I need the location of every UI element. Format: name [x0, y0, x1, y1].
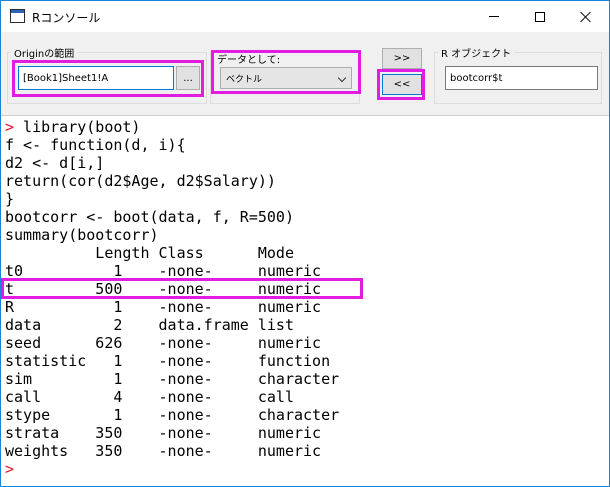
- r-console-window: Rコンソール Originの範囲 ... データとして: ベクトル >> << …: [0, 0, 610, 487]
- console-line: seed 626 -none- numeric: [5, 334, 322, 352]
- as-data-selected-value: ベクトル: [226, 75, 263, 85]
- console-line: }: [5, 190, 15, 208]
- as-data-select[interactable]: ベクトル: [220, 67, 352, 89]
- pull-from-r-button[interactable]: <<: [382, 74, 422, 95]
- console-line: > library(boot): [5, 118, 141, 136]
- title-bar[interactable]: Rコンソール: [1, 1, 609, 32]
- console-line: R 1 -none- numeric: [5, 298, 322, 316]
- console-line: weights 350 -none- numeric: [5, 442, 322, 460]
- close-button[interactable]: [563, 1, 609, 32]
- console-line: strata 350 -none- numeric: [5, 424, 322, 442]
- console-line: statistic 1 -none- function: [5, 352, 331, 370]
- console-line: call 4 -none- call: [5, 388, 294, 406]
- minimize-icon: [489, 16, 499, 17]
- console-line: return(cor(d2$Age, d2$Salary)): [5, 172, 276, 190]
- console-line: summary(bootcorr): [5, 226, 159, 244]
- push-to-r-button[interactable]: >>: [382, 48, 422, 69]
- maximize-icon: [535, 11, 545, 22]
- console-line: f <- function(d, i){: [5, 136, 186, 154]
- console-line: t 500 -none- numeric: [5, 280, 322, 298]
- console-prompt: >: [5, 460, 15, 478]
- console-output[interactable]: > library(boot) f <- function(d, i){ d2 …: [1, 115, 609, 486]
- origin-range-input[interactable]: [18, 66, 174, 90]
- as-data-label: データとして:: [214, 51, 284, 66]
- console-line: bootcorr <- boot(data, f, R=500): [5, 208, 294, 226]
- console-line: sim 1 -none- character: [5, 370, 340, 388]
- console-line: Length Class Mode: [5, 244, 294, 262]
- browse-button[interactable]: ...: [176, 66, 200, 90]
- window-app-icon: [10, 9, 25, 23]
- window-title: Rコンソール: [32, 11, 101, 25]
- minimize-button[interactable]: [471, 1, 517, 32]
- console-line: data 2 data.frame list: [5, 316, 294, 334]
- console-input-line[interactable]: >: [5, 460, 609, 478]
- maximize-button[interactable]: [517, 1, 563, 32]
- r-object-input[interactable]: [445, 66, 598, 90]
- origin-range-label: Originの範囲: [11, 45, 78, 60]
- console-line: d2 <- d[i,]: [5, 154, 105, 172]
- r-object-label: R オブジェクト: [438, 45, 515, 60]
- console-prompt: >: [5, 118, 15, 136]
- close-icon: [580, 11, 592, 23]
- chevron-down-icon: [337, 73, 347, 83]
- console-line: stype 1 -none- character: [5, 406, 340, 424]
- console-line: t0 1 -none- numeric: [5, 262, 322, 280]
